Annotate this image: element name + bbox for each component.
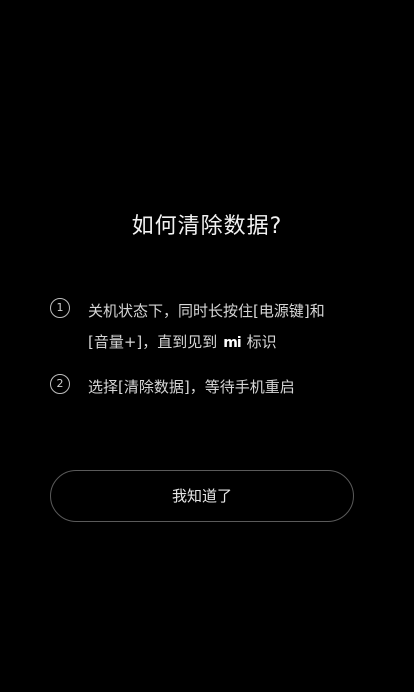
step-number-badge: 2 bbox=[50, 374, 70, 394]
dialog-title: 如何清除数据? bbox=[131, 214, 283, 239]
step-1-line-2: [音量+]，直到见到 mi 标识 bbox=[88, 327, 370, 359]
mi-logo-icon: mi bbox=[223, 335, 241, 351]
step-1-line-2-end: 标识 bbox=[246, 333, 277, 351]
confirm-button[interactable]: 我知道了 bbox=[50, 470, 354, 522]
step-2-line-1: 选择[清除数据]，等待手机重启 bbox=[88, 378, 295, 396]
recovery-help-screen: 如何清除数据? 1 关机状态下，同时长按住[电源键]和 [音量+]，直到见到 mi… bbox=[0, 0, 414, 692]
step-1-line-1: 关机状态下，同时长按住[电源键]和 bbox=[88, 302, 325, 320]
step-number-badge: 1 bbox=[50, 298, 70, 318]
step-1-line-2-start: [音量+]，直到见到 bbox=[88, 333, 218, 351]
step-text: 关机状态下，同时长按住[电源键]和 [音量+]，直到见到 mi 标识 bbox=[88, 296, 370, 359]
step-text: 选择[清除数据]，等待手机重启 bbox=[88, 372, 370, 403]
